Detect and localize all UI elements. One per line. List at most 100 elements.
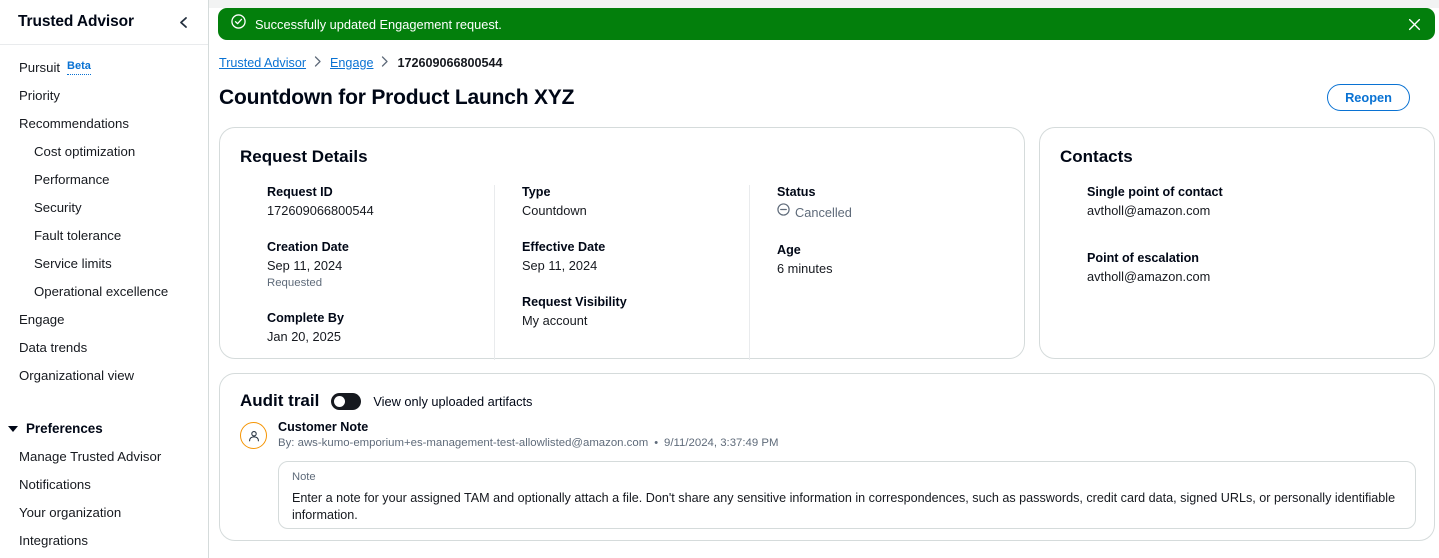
field-value: 6 minutes xyxy=(777,261,833,276)
field-point-of-escalation: Point of escalation avtholl@amazon.com xyxy=(1087,251,1414,284)
breadcrumb: Trusted Advisor Engage 172609066800544 xyxy=(209,40,1439,70)
request-details-column-1: Request ID 172609066800544 Creation Date… xyxy=(240,185,494,360)
sidebar-item-notifications[interactable]: Notifications xyxy=(0,474,208,495)
field-value: avtholl@amazon.com xyxy=(1087,203,1211,218)
status-text: Cancelled xyxy=(795,204,852,220)
page-header: Countdown for Product Launch XYZ Reopen xyxy=(209,70,1439,111)
field-label: Age xyxy=(777,243,801,257)
breadcrumb-item-engage[interactable]: Engage xyxy=(330,56,373,70)
sidebar-item-label: Organizational view xyxy=(19,368,135,383)
reopen-button[interactable]: Reopen xyxy=(1327,84,1410,111)
sidebar-item-organizational-view[interactable]: Organizational view xyxy=(0,365,208,386)
sidebar-section-label: Preferences xyxy=(26,421,103,436)
sidebar-item-pursuit[interactable]: Pursuit Beta xyxy=(0,57,208,78)
audit-entry-body: Customer Note By: aws-kumo-emporium+es-m… xyxy=(278,420,1416,529)
chevron-left-icon[interactable] xyxy=(172,11,194,33)
note-text: Enter a note for your assigned TAM and o… xyxy=(292,491,1396,522)
request-details-column-3: Status Cancelled Age 6 minutes xyxy=(749,185,1004,360)
flash-message: Successfully updated Engagement request. xyxy=(255,16,502,32)
field-status: Status Cancelled xyxy=(777,185,1004,221)
meta-separator-dot: • xyxy=(654,437,659,449)
field-label: Single point of contact xyxy=(1087,185,1223,199)
request-details-grid: Request ID 172609066800544 Creation Date… xyxy=(240,185,1004,360)
field-creation-date: Creation Date Sep 11, 2024 Requested xyxy=(267,240,494,289)
sidebar-header: Trusted Advisor xyxy=(0,0,208,45)
field-label: Point of escalation xyxy=(1087,251,1199,265)
sidebar-item-label: Service limits xyxy=(34,256,112,271)
field-value: Sep 11, 2024 xyxy=(267,258,343,273)
field-single-point-of-contact: Single point of contact avtholl@amazon.c… xyxy=(1087,185,1414,218)
audit-entry-author: By: aws-kumo-emporium+es-management-test… xyxy=(278,437,649,449)
field-label: Effective Date xyxy=(522,240,606,254)
sidebar-item-security[interactable]: Security xyxy=(0,197,208,218)
breadcrumb-item-trusted-advisor[interactable]: Trusted Advisor xyxy=(219,56,306,70)
sidebar-item-recommendations[interactable]: Recommendations xyxy=(0,113,208,134)
field-label: Request Visibility xyxy=(522,295,627,309)
audit-trail-card: Audit trail View only uploaded artifacts… xyxy=(219,373,1435,541)
main-inner: Successfully updated Engagement request.… xyxy=(209,8,1439,558)
cards-row: Request Details Request ID 1726090668005… xyxy=(209,111,1439,360)
sidebar-item-service-limits[interactable]: Service limits xyxy=(0,253,208,274)
request-details-title: Request Details xyxy=(240,147,368,166)
field-request-id: Request ID 172609066800544 xyxy=(267,185,494,218)
audit-trail-header: Audit trail View only uploaded artifacts xyxy=(240,391,1416,411)
audit-entry: Customer Note By: aws-kumo-emporium+es-m… xyxy=(240,420,1416,529)
sidebar-item-label: Security xyxy=(34,200,82,215)
sidebar-item-integrations[interactable]: Integrations xyxy=(0,530,208,551)
sidebar-item-priority[interactable]: Priority xyxy=(0,85,208,106)
success-flash-banner: Successfully updated Engagement request. xyxy=(218,8,1435,40)
circle-minus-icon xyxy=(777,203,790,221)
contacts-body: Single point of contact avtholl@amazon.c… xyxy=(1060,185,1414,284)
sidebar-section-preferences[interactable]: Preferences xyxy=(0,421,208,436)
chevron-right-icon xyxy=(314,56,322,70)
field-value: Jan 20, 2025 xyxy=(267,329,342,344)
request-details-column-2: Type Countdown Effective Date Sep 11, 20… xyxy=(494,185,749,360)
field-age: Age 6 minutes xyxy=(777,243,1004,276)
sidebar-item-your-organization[interactable]: Your organization xyxy=(0,502,208,523)
note-label: Note xyxy=(292,471,316,483)
sidebar-item-label: Your organization xyxy=(19,505,122,520)
beta-badge: Beta xyxy=(67,60,91,75)
sidebar-item-label: Cost optimization xyxy=(34,144,136,159)
field-value: avtholl@amazon.com xyxy=(1087,269,1211,284)
field-label: Type xyxy=(522,185,551,199)
sidebar-item-label: Notifications xyxy=(19,477,91,492)
sidebar-item-manage-trusted-advisor[interactable]: Manage Trusted Advisor xyxy=(0,446,208,467)
sidebar-item-data-trends[interactable]: Data trends xyxy=(0,337,208,358)
sidebar-item-label: Engage xyxy=(19,312,65,327)
flash-message-group: Successfully updated Engagement request. xyxy=(231,14,1405,34)
view-only-uploaded-artifacts-toggle[interactable] xyxy=(331,392,362,410)
field-value: My account xyxy=(522,313,588,328)
request-details-card: Request Details Request ID 1726090668005… xyxy=(219,127,1025,360)
main-content: Successfully updated Engagement request.… xyxy=(209,0,1439,558)
sidebar-item-label: Manage Trusted Advisor xyxy=(19,449,162,464)
sidebar-item-label: Data trends xyxy=(19,340,88,355)
field-type: Type Countdown xyxy=(522,185,749,218)
sidebar-item-label: Performance xyxy=(34,172,110,187)
sidebar-preferences-list: Manage Trusted Advisor Notifications You… xyxy=(0,446,208,558)
field-label: Complete By xyxy=(267,311,344,325)
sidebar-item-label: Fault tolerance xyxy=(34,228,122,243)
sidebar-item-label: Operational excellence xyxy=(34,284,169,299)
user-avatar-icon xyxy=(240,422,267,449)
caret-down-icon xyxy=(8,425,18,432)
sidebar-item-performance[interactable]: Performance xyxy=(0,169,208,190)
close-icon[interactable] xyxy=(1405,15,1423,33)
sidebar-item-cost-optimization[interactable]: Cost optimization xyxy=(0,141,208,162)
audit-trail-title: Audit trail xyxy=(240,391,320,410)
field-request-visibility: Request Visibility My account xyxy=(522,295,749,328)
success-check-circle-icon xyxy=(231,14,246,34)
note-textarea[interactable]: Note Enter a note for your assigned TAM … xyxy=(278,461,1416,529)
field-value: Sep 11, 2024 xyxy=(522,258,598,273)
field-label: Creation Date xyxy=(267,240,349,254)
field-effective-date: Effective Date Sep 11, 2024 xyxy=(522,240,749,273)
audit-entry-timestamp: 9/11/2024, 3:37:49 PM xyxy=(664,437,779,449)
toggle-label: View only uploaded artifacts xyxy=(373,393,533,409)
app-root: Trusted Advisor Pursuit Beta Priority Re… xyxy=(0,0,1439,558)
sidebar-item-label: Pursuit xyxy=(19,60,61,75)
field-value: Countdown xyxy=(522,203,587,218)
sidebar-item-operational-excellence[interactable]: Operational excellence xyxy=(0,281,208,302)
sidebar-item-engage[interactable]: Engage xyxy=(0,309,208,330)
sidebar-item-fault-tolerance[interactable]: Fault tolerance xyxy=(0,225,208,246)
sidebar-item-label: Recommendations xyxy=(19,116,129,131)
